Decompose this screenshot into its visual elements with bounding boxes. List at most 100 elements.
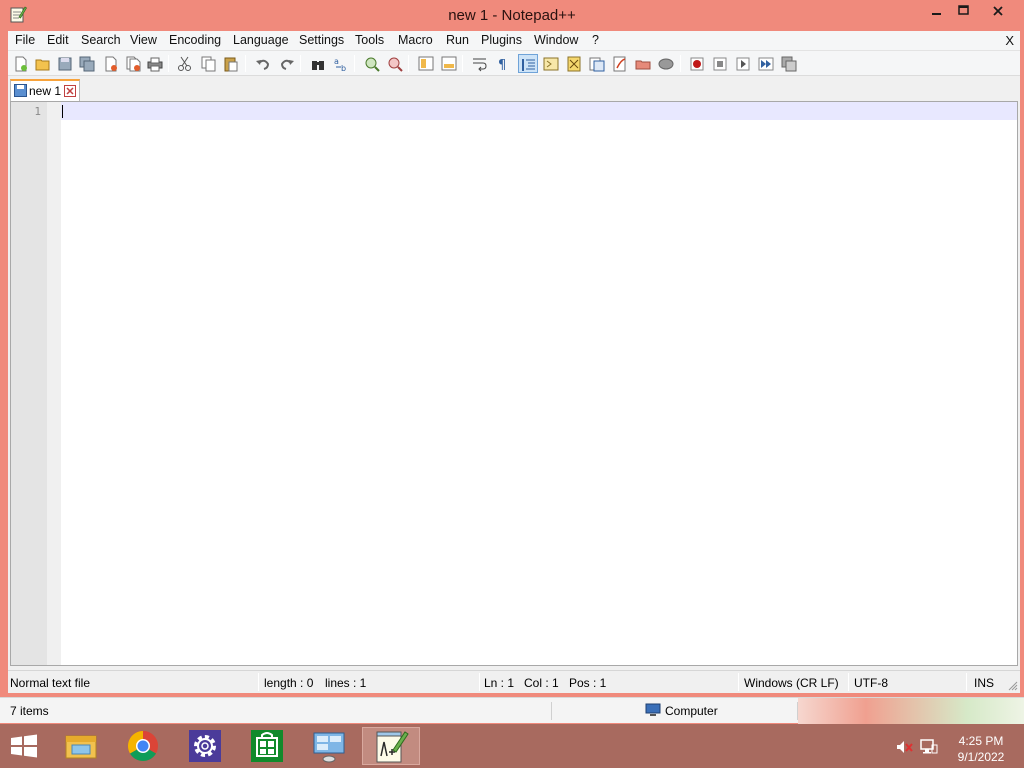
- status-encoding[interactable]: UTF-8: [854, 676, 888, 690]
- sync-horizontal-button[interactable]: [439, 54, 459, 73]
- status-separator: [479, 673, 480, 691]
- toolbar-separator: [245, 55, 246, 72]
- find-button[interactable]: [308, 54, 328, 73]
- explorer-separator: [551, 702, 552, 720]
- sync-vertical-button[interactable]: [416, 54, 436, 73]
- function-list-icon: [589, 57, 605, 72]
- status-position: Pos : 1: [569, 676, 607, 690]
- title-bar: new 1 - Notepad++: [0, 0, 1024, 31]
- show-all-characters-button[interactable]: ¶: [493, 54, 513, 73]
- close-all-button[interactable]: [123, 54, 143, 73]
- new-file-button[interactable]: [11, 54, 31, 73]
- play-macro-button[interactable]: [733, 54, 753, 73]
- document-map-icon: [567, 56, 581, 72]
- menu-file[interactable]: File: [15, 33, 35, 50]
- copy-button[interactable]: [199, 54, 219, 73]
- status-eol-format[interactable]: Windows (CR LF): [744, 676, 839, 690]
- maximize-button[interactable]: [949, 3, 979, 23]
- taskbar-notepad-plus-plus[interactable]: [362, 727, 420, 765]
- zoom-in-button[interactable]: [362, 54, 382, 73]
- replace-button[interactable]: ab: [331, 54, 351, 73]
- start-button[interactable]: [0, 724, 50, 768]
- save-button[interactable]: [55, 54, 75, 73]
- status-separator: [258, 673, 259, 691]
- print-button[interactable]: [145, 54, 165, 73]
- paste-button[interactable]: [221, 54, 241, 73]
- close-document-button[interactable]: X: [1005, 33, 1014, 48]
- toolbar-separator: [408, 55, 409, 72]
- menu-tools[interactable]: Tools: [355, 33, 384, 50]
- close-window-button[interactable]: [983, 3, 1013, 23]
- zoom-out-button[interactable]: [385, 54, 405, 73]
- toolbar-separator: [168, 55, 169, 72]
- clock-time[interactable]: 4:25 PM: [950, 734, 1012, 748]
- taskbar-chrome[interactable]: [114, 727, 172, 765]
- minimize-button[interactable]: [922, 3, 952, 23]
- word-wrap-button[interactable]: [470, 54, 490, 73]
- tab-new-1[interactable]: new 1: [10, 79, 80, 101]
- run-macro-multiple-button[interactable]: [756, 54, 776, 73]
- printer-icon: [147, 57, 163, 72]
- toolbar-separator: [680, 55, 681, 72]
- tab-bar: new 1: [8, 77, 1020, 101]
- redo-button[interactable]: [277, 54, 297, 73]
- close-tab-icon[interactable]: [64, 85, 76, 97]
- close-icon: [993, 6, 1003, 16]
- close-file-icon: [105, 56, 117, 72]
- cut-button[interactable]: [175, 54, 195, 73]
- menu-run[interactable]: Run: [446, 33, 469, 50]
- menu-edit[interactable]: Edit: [47, 33, 69, 50]
- toolbar: ab ¶: [8, 51, 1020, 76]
- sync-vertical-icon: [418, 56, 434, 71]
- save-all-icon: [79, 56, 95, 72]
- fast-forward-icon: [758, 57, 774, 71]
- clock-date[interactable]: 9/1/2022: [950, 750, 1012, 764]
- undo-button[interactable]: [253, 54, 273, 73]
- pilcrow-icon: ¶: [498, 58, 506, 72]
- stop-macro-button[interactable]: [710, 54, 730, 73]
- zoom-in-icon: [365, 57, 380, 72]
- explorer-item-count: 7 items: [10, 704, 49, 718]
- toolbar-separator: [300, 55, 301, 72]
- menu-macro[interactable]: Macro: [398, 33, 433, 50]
- record-macro-button[interactable]: [687, 54, 707, 73]
- text-editor[interactable]: 1: [10, 101, 1018, 666]
- menu-help[interactable]: ?: [592, 33, 599, 50]
- menu-search[interactable]: Search: [81, 33, 121, 50]
- volume-muted-icon[interactable]: [896, 740, 914, 754]
- replace-icon: ab: [334, 57, 346, 72]
- fold-margin[interactable]: [47, 102, 61, 665]
- open-file-button[interactable]: [33, 54, 53, 73]
- resize-grip-icon[interactable]: [1008, 681, 1018, 691]
- network-icon[interactable]: [920, 739, 938, 755]
- toolbar-separator: [462, 55, 463, 72]
- menu-settings[interactable]: Settings: [299, 33, 344, 50]
- document-map-button[interactable]: [564, 54, 584, 73]
- taskbar-file-explorer[interactable]: [52, 727, 110, 765]
- user-defined-language-button[interactable]: [541, 54, 561, 73]
- menu-language[interactable]: Language: [233, 33, 289, 50]
- menu-plugins[interactable]: Plugins: [481, 33, 522, 50]
- workspace-icon: [613, 56, 626, 72]
- taskbar-store[interactable]: [238, 727, 296, 765]
- toolbar-separator: [354, 55, 355, 72]
- folder-as-workspace-button[interactable]: [610, 54, 630, 73]
- close-file-button[interactable]: [101, 54, 121, 73]
- current-line-highlight: [61, 102, 1017, 120]
- menu-encoding[interactable]: Encoding: [169, 33, 221, 50]
- text-caret: [62, 105, 63, 118]
- open-folder-button[interactable]: [633, 54, 653, 73]
- indent-guide-button[interactable]: [518, 54, 538, 73]
- zoom-out-icon: [388, 57, 403, 72]
- menu-window[interactable]: Window: [534, 33, 578, 50]
- save-all-button[interactable]: [77, 54, 97, 73]
- taskbar-settings[interactable]: [176, 727, 234, 765]
- menu-view[interactable]: View: [130, 33, 157, 50]
- monitoring-button[interactable]: [656, 54, 676, 73]
- save-macro-button[interactable]: [779, 54, 799, 73]
- saved-file-icon: [14, 84, 27, 97]
- taskbar-remote-desktop[interactable]: [300, 727, 358, 765]
- notepad-window: File Edit Search View Encoding Language …: [8, 31, 1020, 693]
- function-list-button[interactable]: [587, 54, 607, 73]
- status-insert-mode: INS: [974, 676, 995, 690]
